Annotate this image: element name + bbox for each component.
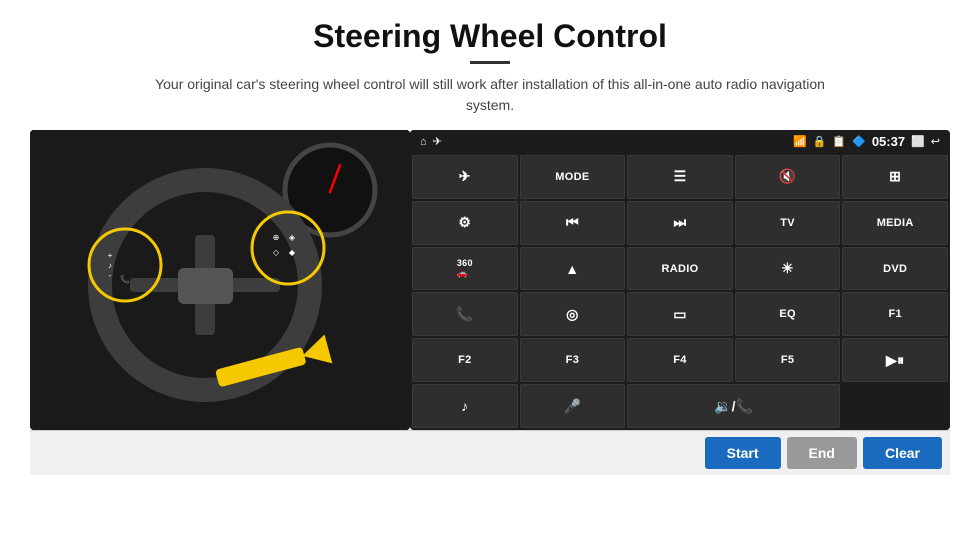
btn-f3[interactable]: F3 (520, 338, 626, 382)
svg-text:◇: ◇ (273, 248, 280, 257)
lock-icon: 🔒 (813, 135, 827, 148)
btn-phone[interactable]: 📞 (412, 292, 518, 336)
head-unit-panel: ⌂ ✈ 📶 🔒 📋 🔷 05:37 ⬜ ↩ ✈ MODE ☰ (410, 130, 950, 430)
btn-prev[interactable]: ⏮ (520, 201, 626, 245)
btn-mute[interactable]: 🔇 (735, 155, 841, 199)
btn-empty (842, 384, 948, 428)
start-button[interactable]: Start (705, 437, 781, 469)
svg-text:+: + (108, 251, 113, 260)
btn-f4[interactable]: F4 (627, 338, 733, 382)
btn-360[interactable]: 360🚗 (412, 247, 518, 291)
cast-icon: ⬜ (911, 135, 925, 148)
svg-text:◈: ◈ (289, 233, 296, 242)
btn-eq[interactable]: EQ (735, 292, 841, 336)
btn-vol-phone[interactable]: 🔉/📞 (627, 384, 840, 428)
steering-wheel-svg: + ♪ - 📞 ⊕ ◈ ◇ ◆ (30, 130, 410, 430)
btn-media[interactable]: MEDIA (842, 201, 948, 245)
btn-screen-rotate[interactable]: ◎ (520, 292, 626, 336)
back-icon: ↩ (931, 135, 940, 148)
btn-play-pause[interactable]: ▶⏸ (842, 338, 948, 382)
wifi-icon: 📶 (793, 135, 807, 148)
status-left: ⌂ ✈ (420, 135, 442, 148)
page-container: Steering Wheel Control Your original car… (0, 0, 980, 544)
btn-aspect[interactable]: ▭ (627, 292, 733, 336)
btn-f2[interactable]: F2 (412, 338, 518, 382)
home-icon: ⌂ (420, 136, 427, 148)
btn-navigation[interactable]: ✈ (412, 155, 518, 199)
svg-text:♪: ♪ (108, 261, 112, 270)
btn-music[interactable]: ♪ (412, 384, 518, 428)
svg-text:◆: ◆ (289, 248, 296, 257)
bottom-bar: Start End Clear (30, 430, 950, 475)
btn-settings[interactable]: ⚙ (412, 201, 518, 245)
content-row: + ♪ - 📞 ⊕ ◈ ◇ ◆ ⌂ ✈ (30, 130, 950, 430)
btn-mic[interactable]: 🎤 (520, 384, 626, 428)
btn-f5[interactable]: F5 (735, 338, 841, 382)
clear-button[interactable]: Clear (863, 437, 942, 469)
svg-text:⊕: ⊕ (273, 233, 280, 242)
title-divider (470, 61, 510, 64)
bt-icon: 🔷 (852, 135, 866, 148)
control-grid: ✈ MODE ☰ 🔇 ⊞ ⚙ ⏮ ⏭ TV MEDIA 360🚗 ▲ RADIO… (410, 153, 950, 430)
btn-mode[interactable]: MODE (520, 155, 626, 199)
status-right: 📶 🔒 📋 🔷 05:37 ⬜ ↩ (793, 134, 940, 149)
steering-wheel-image: + ♪ - 📞 ⊕ ◈ ◇ ◆ (30, 130, 410, 430)
clock: 05:37 (872, 134, 905, 149)
sim-icon: 📋 (832, 135, 846, 148)
btn-radio[interactable]: RADIO (627, 247, 733, 291)
svg-text:-: - (109, 271, 112, 280)
status-bar: ⌂ ✈ 📶 🔒 📋 🔷 05:37 ⬜ ↩ (410, 130, 950, 153)
btn-brightness[interactable]: ☀ (735, 247, 841, 291)
btn-list[interactable]: ☰ (627, 155, 733, 199)
btn-eject[interactable]: ▲ (520, 247, 626, 291)
page-subtitle: Your original car's steering wheel contr… (140, 74, 840, 116)
end-button[interactable]: End (787, 437, 857, 469)
nav-icon: ✈ (433, 135, 442, 148)
btn-tv[interactable]: TV (735, 201, 841, 245)
svg-text:📞: 📞 (120, 274, 130, 284)
btn-apps[interactable]: ⊞ (842, 155, 948, 199)
page-title: Steering Wheel Control (313, 18, 667, 55)
btn-f1[interactable]: F1 (842, 292, 948, 336)
btn-next[interactable]: ⏭ (627, 201, 733, 245)
btn-dvd[interactable]: DVD (842, 247, 948, 291)
